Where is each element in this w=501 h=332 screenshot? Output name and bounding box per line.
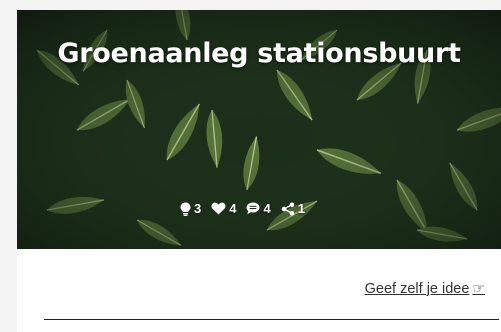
share-icon: [281, 202, 295, 215]
give-idea-link[interactable]: Geef zelf je idee ☞: [365, 280, 485, 297]
comments-stat[interactable]: 4: [246, 201, 271, 216]
ideas-stat: 3: [180, 201, 201, 216]
ideas-count: 3: [194, 201, 202, 216]
cta-row: Geef zelf je idee ☞: [17, 278, 501, 302]
likes-count: 4: [229, 201, 237, 216]
project-card: Groenaanleg stationsbuurt 3 4 4 1 Geef z…: [17, 10, 501, 332]
pointing-hand-icon: ☞: [472, 280, 485, 296]
shares-stat[interactable]: 1: [281, 201, 305, 216]
comments-count: 4: [263, 201, 271, 216]
shares-count: 1: [297, 201, 305, 216]
give-idea-label: Geef zelf je idee: [364, 280, 470, 297]
lightbulb-icon: [180, 202, 191, 216]
divider: [44, 319, 499, 320]
hero-image: Groenaanleg stationsbuurt 3 4 4 1: [17, 10, 501, 249]
project-stats: 3 4 4 1: [180, 201, 305, 216]
comment-icon: [246, 202, 260, 215]
heart-icon: [211, 202, 226, 215]
project-title: Groenaanleg stationsbuurt: [57, 38, 461, 69]
likes-stat[interactable]: 4: [211, 201, 236, 216]
